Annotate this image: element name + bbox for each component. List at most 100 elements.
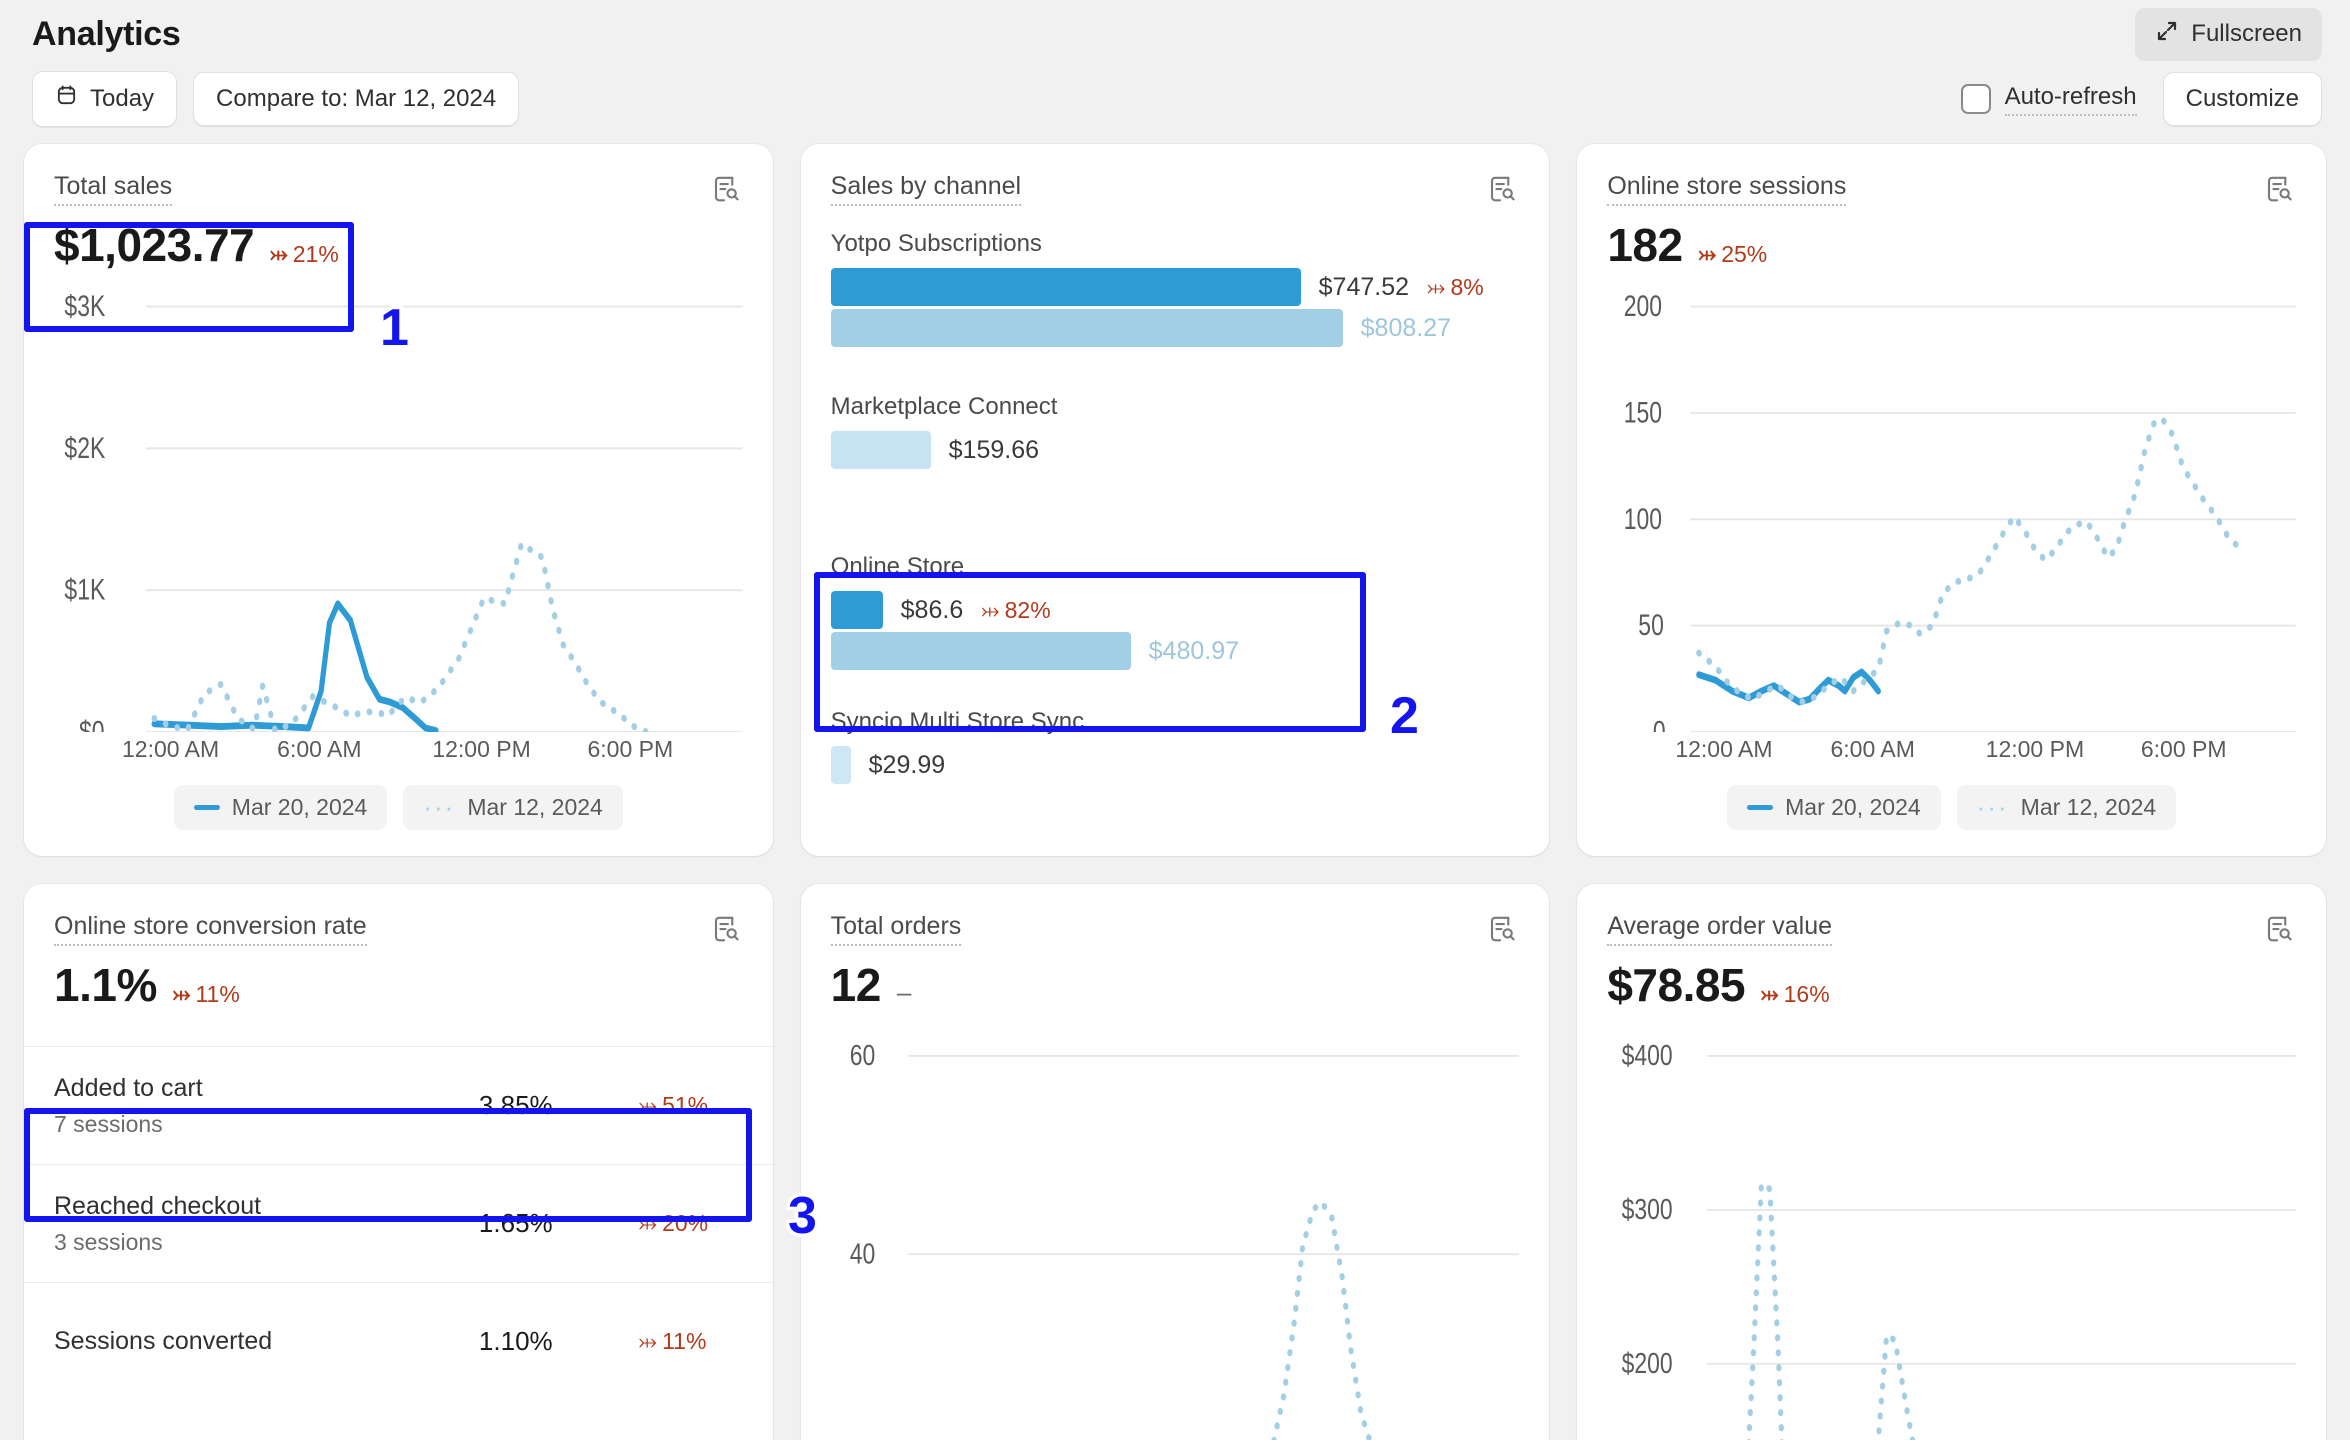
- arrow-down-icon: ⤔: [639, 1092, 657, 1119]
- annotation-badge-1: 1: [380, 302, 409, 354]
- funnel-step-name: Sessions converted: [54, 1327, 272, 1356]
- card-average-order-value: Average order value $78.85 ⤔ 16%: [1577, 884, 2326, 1440]
- fullscreen-button[interactable]: Fullscreen: [2135, 8, 2322, 61]
- funnel-step-delta: ⤔ 51%: [639, 1092, 743, 1119]
- aov-line-chart: $400 $300 $200 $100: [1607, 1022, 2296, 1440]
- report-search-icon[interactable]: [709, 172, 743, 206]
- svg-text:20: 20: [849, 1435, 875, 1440]
- funnel-step-rate: 1.10%: [479, 1326, 553, 1357]
- dotted-line-swatch: ···: [1977, 800, 2009, 816]
- auto-refresh-toggle[interactable]: Auto-refresh: [1961, 83, 2137, 116]
- sessions-converted-row[interactable]: Sessions converted 1.10% ⤔ 11%: [24, 1282, 773, 1400]
- channel-bar-previous: [831, 309, 1343, 347]
- svg-text:100: 100: [1624, 502, 1662, 536]
- analytics-page: Analytics Fullscreen Today: [0, 0, 2350, 1440]
- sessions-legend: Mar 20, 2024 ··· Mar 12, 2024: [1577, 763, 2326, 856]
- conversion-rate-delta: ⤔ 11%: [173, 981, 240, 1008]
- total-sales-metric: $1,023.77 ⤔ 21%: [24, 206, 773, 272]
- arrow-down-icon: ⤔: [1699, 243, 1717, 265]
- sessions-value: 182: [1607, 218, 1682, 272]
- svg-text:$0: $0: [79, 715, 105, 732]
- added-to-cart-row[interactable]: Added to cart 7 sessions 3.85% ⤔ 51%: [24, 1046, 773, 1164]
- solid-line-swatch: [1747, 805, 1773, 810]
- sessions-chart: 200 150 100 50 0: [1577, 272, 2326, 732]
- channel-row[interactable]: Marketplace Connect $159.66: [831, 383, 1520, 475]
- funnel-step-rate: 3.85%: [479, 1090, 553, 1121]
- annotation-badge-3: 3: [788, 1190, 817, 1242]
- total-sales-value: $1,023.77: [54, 218, 254, 272]
- channel-delta: ⤔ 82%: [981, 597, 1050, 624]
- card-conversion-rate: Online store conversion rate 1.1% ⤔ 11%: [24, 884, 773, 1440]
- channel-bar-previous: [831, 632, 1131, 670]
- report-search-icon[interactable]: [1485, 172, 1519, 206]
- card-total-sales: Total sales $1,023.77 ⤔ 21%: [24, 144, 773, 856]
- svg-text:$1K: $1K: [64, 573, 105, 607]
- card-title-sales-by-channel: Sales by channel: [831, 172, 1021, 206]
- legend-current[interactable]: Mar 20, 2024: [174, 785, 388, 830]
- legend-previous[interactable]: ··· Mar 12, 2024: [403, 785, 623, 830]
- channel-value-current: $159.66: [949, 436, 1039, 465]
- report-search-icon[interactable]: [2262, 912, 2296, 946]
- solid-line-swatch: [194, 805, 220, 810]
- funnel-step-delta: ⤔ 11%: [639, 1328, 743, 1355]
- date-range-button[interactable]: Today: [32, 71, 177, 127]
- x-tick: 12:00 PM: [432, 736, 587, 763]
- sessions-delta: ⤔ 25%: [1699, 241, 1768, 268]
- channel-value-current: $747.52: [1319, 273, 1409, 302]
- x-tick: 12:00 PM: [1986, 736, 2141, 763]
- channel-bar-current: [831, 746, 851, 784]
- average-order-value-chart: $400 $300 $200 $100: [1577, 1012, 2326, 1440]
- auto-refresh-label: Auto-refresh: [2005, 83, 2137, 116]
- average-order-value-value: $78.85: [1607, 958, 1745, 1012]
- arrow-down-icon: ⤔: [270, 243, 288, 265]
- channel-name: Marketplace Connect: [831, 393, 1520, 421]
- funnel-step-delta: ⤔ 20%: [639, 1210, 743, 1237]
- x-tick: 6:00 AM: [1831, 736, 1986, 763]
- page-title: Analytics: [32, 15, 180, 54]
- x-tick: 6:00 AM: [277, 736, 432, 763]
- funnel-step-sessions: 3 sessions: [54, 1229, 261, 1256]
- svg-text:$3K: $3K: [64, 289, 105, 323]
- channel-value-current: $29.99: [869, 751, 945, 780]
- sessions-line-chart: 200 150 100 50 0: [1607, 282, 2296, 732]
- total-sales-delta: ⤔ 21%: [270, 241, 339, 268]
- customize-label: Customize: [2186, 85, 2299, 113]
- calendar-icon: [55, 84, 78, 114]
- channel-list: Yotpo Subscriptions $747.52 ⤔ 8% $808.27: [801, 206, 1550, 790]
- svg-text:0: 0: [1653, 715, 1666, 732]
- conversion-rate-metric: 1.1% ⤔ 11%: [24, 946, 773, 1046]
- sessions-metric: 182 ⤔ 25%: [1577, 206, 2326, 272]
- top-bar: Analytics Fullscreen: [24, 0, 2326, 62]
- reached-checkout-row[interactable]: Reached checkout 3 sessions 1.65% ⤔ 20%: [24, 1164, 773, 1282]
- x-tick: 6:00 PM: [2141, 736, 2296, 763]
- online-store-channel[interactable]: Online Store $86.6 ⤔ 82% $480.97: [831, 543, 1520, 676]
- report-search-icon[interactable]: [2262, 172, 2296, 206]
- report-search-icon[interactable]: [709, 912, 743, 946]
- customize-button[interactable]: Customize: [2163, 72, 2322, 126]
- report-search-icon[interactable]: [1485, 912, 1519, 946]
- total-sales-legend: Mar 20, 2024 ··· Mar 12, 2024: [24, 763, 773, 856]
- dotted-line-swatch: ···: [423, 800, 455, 816]
- legend-current[interactable]: Mar 20, 2024: [1727, 785, 1941, 830]
- compare-to-button[interactable]: Compare to: Mar 12, 2024: [193, 72, 519, 126]
- card-title-total-orders: Total orders: [831, 912, 962, 946]
- svg-text:$2K: $2K: [64, 431, 105, 465]
- funnel-step-name: Reached checkout: [54, 1192, 261, 1221]
- funnel-step-name: Added to cart: [54, 1074, 203, 1103]
- channel-bar-current: [831, 268, 1301, 306]
- arrow-down-icon: ⤔: [639, 1210, 657, 1237]
- compare-to-label: Compare to: Mar 12, 2024: [216, 85, 496, 113]
- channel-row[interactable]: Yotpo Subscriptions $747.52 ⤔ 8% $808.27: [831, 220, 1520, 353]
- total-orders-chart: 60 40 20: [801, 1012, 1550, 1440]
- conversion-rate-value: 1.1%: [54, 958, 157, 1012]
- card-title-sessions: Online store sessions: [1607, 172, 1846, 206]
- card-title-total-sales: Total sales: [54, 172, 172, 206]
- channel-bar-current: [831, 431, 931, 469]
- card-online-store-sessions: Online store sessions 182 ⤔ 25%: [1577, 144, 2326, 856]
- x-tick: 12:00 AM: [122, 736, 277, 763]
- auto-refresh-checkbox[interactable]: [1961, 84, 1991, 114]
- card-title-average-order-value: Average order value: [1607, 912, 1832, 946]
- svg-text:50: 50: [1639, 608, 1665, 642]
- legend-previous[interactable]: ··· Mar 12, 2024: [1957, 785, 2177, 830]
- channel-name: Online Store: [831, 553, 1520, 581]
